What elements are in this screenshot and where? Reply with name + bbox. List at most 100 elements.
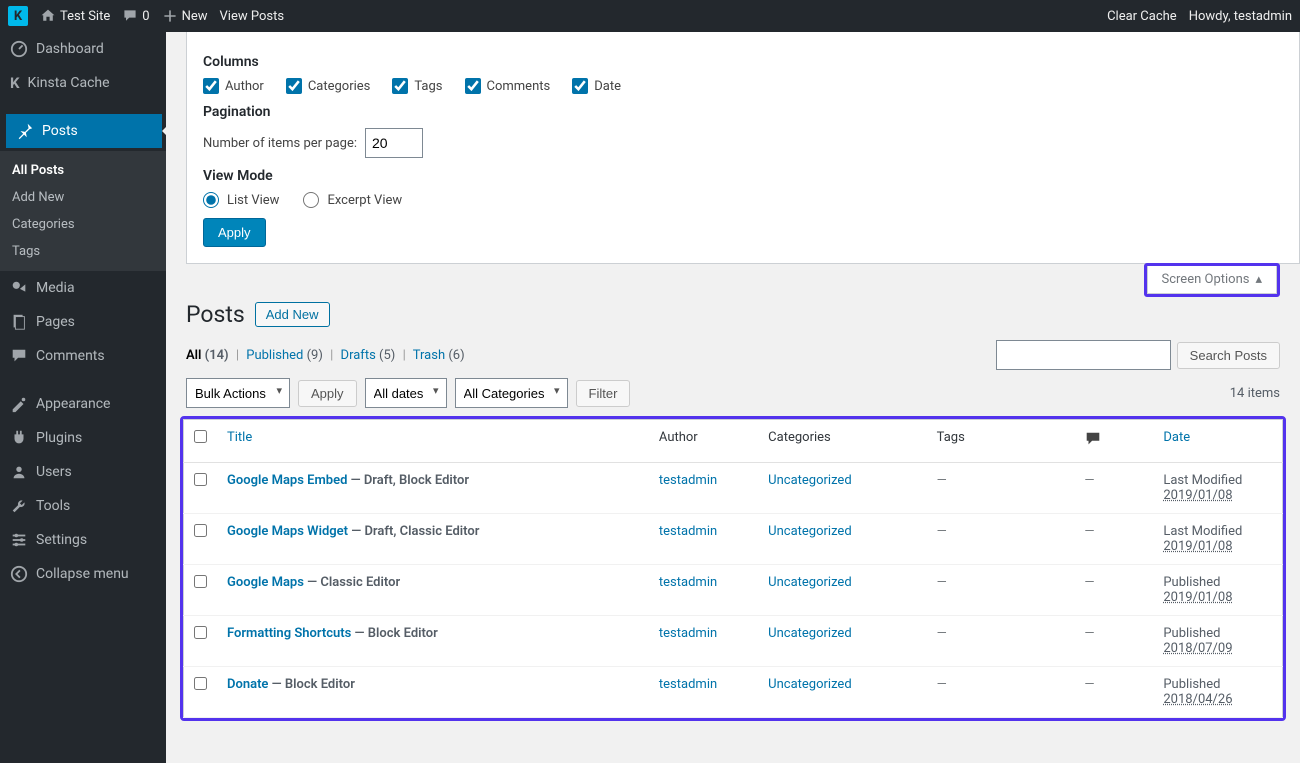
- item-count: 14 items: [1230, 386, 1280, 401]
- table-row: Google Maps — Classic EditortestadminUnc…: [184, 565, 1283, 616]
- new-link[interactable]: New: [162, 8, 208, 24]
- site-link[interactable]: Test Site: [40, 8, 110, 24]
- post-title-link[interactable]: Google Maps Embed: [227, 473, 347, 488]
- row-checkbox[interactable]: [194, 677, 207, 690]
- sidebar-item-settings[interactable]: Settings: [0, 523, 166, 557]
- view-posts-link[interactable]: View Posts: [220, 9, 285, 24]
- sidebar-collapse[interactable]: Collapse menu: [0, 557, 166, 591]
- col-header-date[interactable]: Date: [1153, 420, 1282, 463]
- view-mode-list[interactable]: List View: [203, 192, 279, 208]
- sidebar-item-tools[interactable]: Tools: [0, 489, 166, 523]
- checkbox-date[interactable]: [572, 78, 588, 94]
- date-cell: Published2019/01/08: [1153, 565, 1282, 616]
- comment-icon: [1084, 430, 1102, 448]
- dates-select[interactable]: All dates: [365, 378, 447, 408]
- add-new-button[interactable]: Add New: [255, 302, 330, 327]
- radio-excerpt-view[interactable]: [303, 192, 319, 208]
- row-checkbox[interactable]: [194, 524, 207, 537]
- sidebar-item-label: Users: [36, 464, 72, 480]
- date-cell: Published2018/04/26: [1153, 667, 1282, 718]
- comments-value: —: [1084, 524, 1094, 539]
- filter-button[interactable]: Filter: [576, 380, 631, 407]
- post-title-link[interactable]: Formatting Shortcuts: [227, 626, 351, 641]
- sidebar-item-users[interactable]: Users: [0, 455, 166, 489]
- column-toggle-categories[interactable]: Categories: [286, 78, 371, 94]
- column-toggle-author[interactable]: Author: [203, 78, 264, 94]
- view-mode-excerpt[interactable]: Excerpt View: [303, 192, 402, 208]
- sidebar-item-label: Collapse menu: [36, 566, 129, 582]
- post-title-link[interactable]: Google Maps Widget: [227, 524, 348, 539]
- sidebar-item-label: Pages: [36, 314, 75, 330]
- categories-select[interactable]: All Categories: [455, 378, 568, 408]
- column-toggle-comments[interactable]: Comments: [465, 78, 551, 94]
- sidebar-item-plugins[interactable]: Plugins: [0, 421, 166, 455]
- category-link[interactable]: Uncategorized: [768, 626, 851, 641]
- sidebar-item-kinsta-cache[interactable]: K Kinsta Cache: [0, 66, 166, 100]
- sidebar-sub-categories[interactable]: Categories: [0, 211, 166, 238]
- category-link[interactable]: Uncategorized: [768, 575, 851, 590]
- pagination-heading: Pagination: [203, 104, 1283, 120]
- row-checkbox[interactable]: [194, 575, 207, 588]
- filter-drafts[interactable]: Drafts (5): [341, 348, 396, 363]
- screen-options-tab[interactable]: Screen Options ▴: [1147, 266, 1278, 294]
- checkbox-comments[interactable]: [465, 78, 481, 94]
- select-all-checkbox[interactable]: [194, 430, 207, 443]
- per-page-input[interactable]: [365, 128, 423, 158]
- post-title-link[interactable]: Donate: [227, 677, 268, 692]
- category-link[interactable]: Uncategorized: [768, 524, 851, 539]
- screen-options-apply-button[interactable]: Apply: [203, 218, 266, 247]
- post-state: — Draft, Block Editor: [347, 473, 469, 488]
- pin-icon: [16, 122, 34, 140]
- author-link[interactable]: testadmin: [659, 626, 717, 641]
- row-checkbox[interactable]: [194, 473, 207, 486]
- tags-value: —: [937, 473, 947, 488]
- bulk-actions-select[interactable]: Bulk Actions: [186, 378, 290, 408]
- sidebar-sub-add-new[interactable]: Add New: [0, 184, 166, 211]
- sidebar-item-media[interactable]: Media: [0, 271, 166, 305]
- tools-icon: [10, 497, 28, 515]
- clear-cache-link[interactable]: Clear Cache: [1107, 9, 1177, 24]
- search-input[interactable]: [996, 340, 1171, 370]
- table-row: Google Maps Widget — Draft, Classic Edit…: [184, 514, 1283, 565]
- sidebar-item-pages[interactable]: Pages: [0, 305, 166, 339]
- search-posts-button[interactable]: Search Posts: [1177, 342, 1280, 369]
- filter-all[interactable]: All (14): [186, 348, 229, 363]
- kinsta-icon: K: [10, 74, 20, 92]
- radio-list-view[interactable]: [203, 192, 219, 208]
- sidebar-sub-tags[interactable]: Tags: [0, 238, 166, 265]
- category-link[interactable]: Uncategorized: [768, 677, 851, 692]
- post-state: — Block Editor: [351, 626, 437, 641]
- col-header-title[interactable]: Title: [217, 420, 649, 463]
- sidebar-item-label: Tools: [36, 498, 70, 514]
- author-link[interactable]: testadmin: [659, 473, 717, 488]
- author-link[interactable]: testadmin: [659, 575, 717, 590]
- sidebar-sub-all-posts[interactable]: All Posts: [0, 157, 166, 184]
- checkbox-tags[interactable]: [392, 78, 408, 94]
- category-link[interactable]: Uncategorized: [768, 473, 851, 488]
- sidebar-item-comments[interactable]: Comments: [0, 339, 166, 373]
- post-title-link[interactable]: Google Maps: [227, 575, 304, 590]
- bulk-apply-button[interactable]: Apply: [298, 380, 357, 407]
- sidebar-item-posts[interactable]: Posts: [6, 114, 162, 148]
- sidebar-item-dashboard[interactable]: Dashboard: [0, 32, 166, 66]
- author-link[interactable]: testadmin: [659, 524, 717, 539]
- date-cell: Last Modified2019/01/08: [1153, 463, 1282, 514]
- new-label: New: [182, 9, 208, 24]
- table-row: Google Maps Embed — Draft, Block Editor t…: [184, 463, 1283, 514]
- column-toggle-date[interactable]: Date: [572, 78, 621, 94]
- comments-link[interactable]: 0: [122, 8, 149, 24]
- author-link[interactable]: testadmin: [659, 677, 717, 692]
- sidebar-item-label: Media: [36, 280, 75, 296]
- row-checkbox[interactable]: [194, 626, 207, 639]
- col-header-comments[interactable]: [1074, 420, 1153, 463]
- sidebar-item-appearance[interactable]: Appearance: [0, 387, 166, 421]
- checkbox-categories[interactable]: [286, 78, 302, 94]
- howdy-link[interactable]: Howdy, testadmin: [1189, 9, 1292, 24]
- filter-trash[interactable]: Trash (6): [413, 348, 465, 363]
- column-toggle-tags[interactable]: Tags: [392, 78, 442, 94]
- checkbox-author[interactable]: [203, 78, 219, 94]
- sidebar-item-label: Posts: [42, 123, 78, 139]
- filter-published[interactable]: Published (9): [246, 348, 323, 363]
- comment-icon: [122, 8, 138, 24]
- kinsta-logo-icon[interactable]: K: [8, 6, 28, 26]
